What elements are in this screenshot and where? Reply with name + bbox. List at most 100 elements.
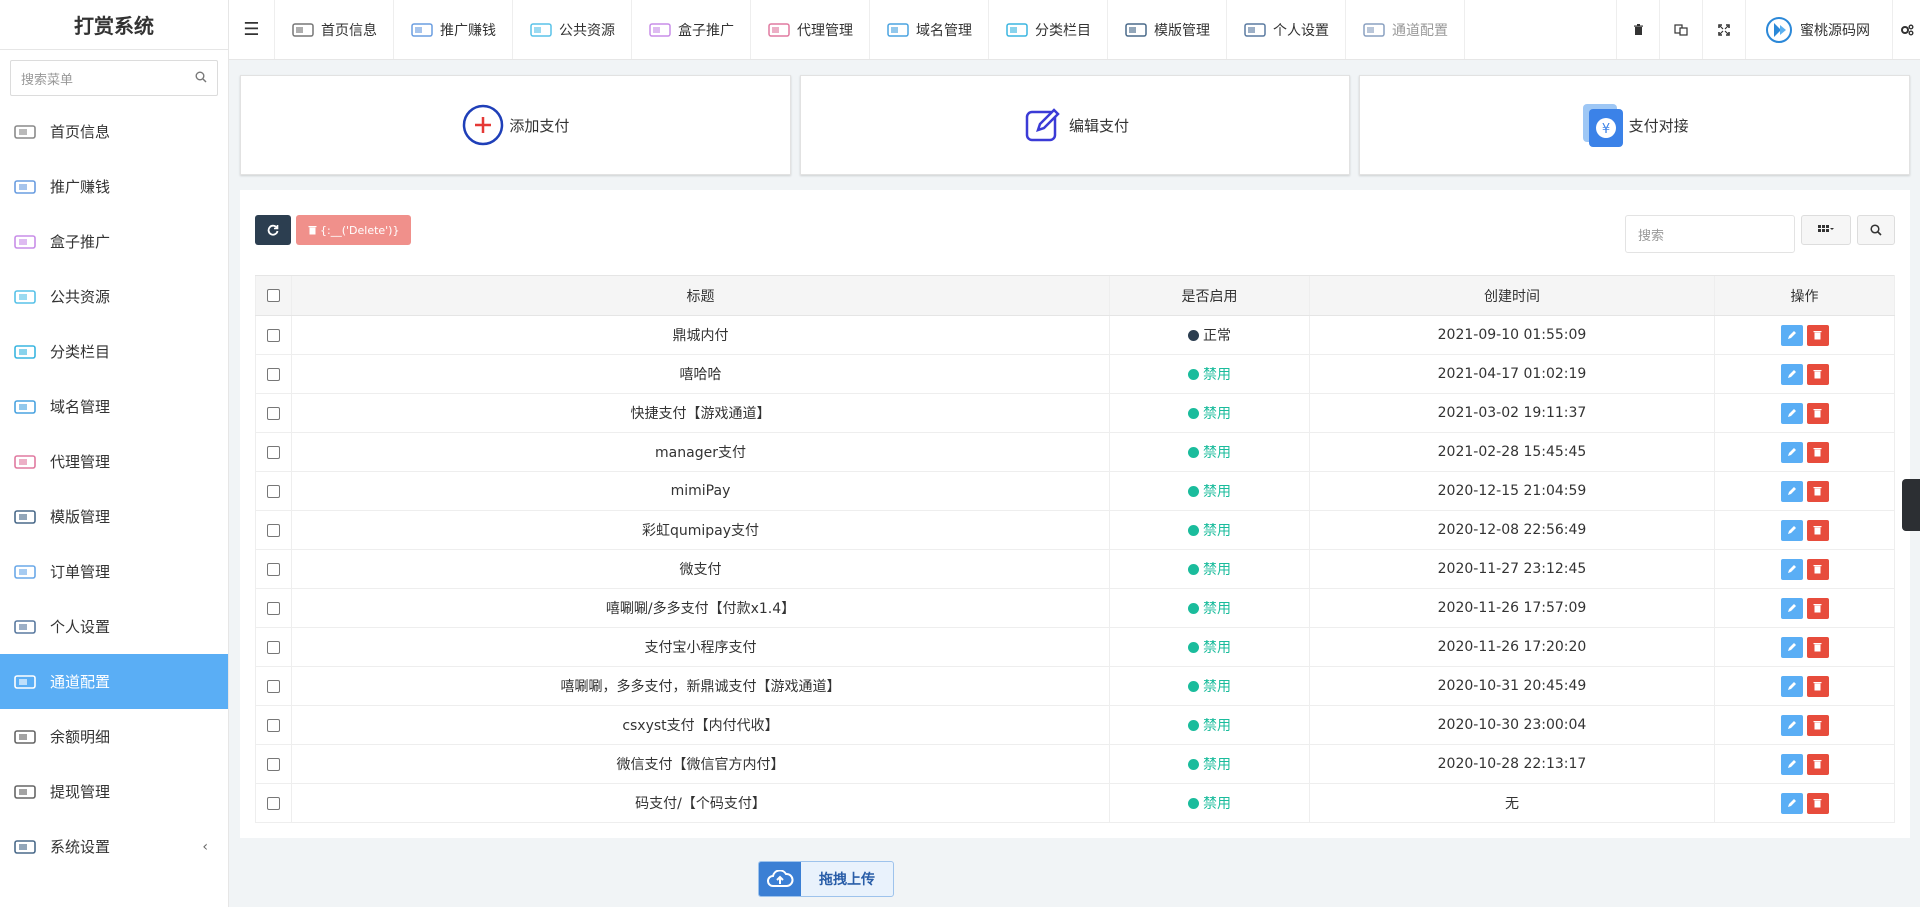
sidebar-item-1[interactable]: 推广赚钱 — [0, 159, 228, 214]
trash-icon — [1813, 799, 1822, 808]
refresh-button[interactable] — [255, 215, 291, 245]
top-tab-3[interactable]: 盒子推广 — [632, 0, 751, 59]
row-checkbox[interactable] — [255, 510, 292, 550]
edit-row-button[interactable] — [1780, 480, 1803, 502]
sidebar-item-0[interactable]: 首页信息 — [0, 104, 228, 159]
delete-row-button[interactable] — [1806, 480, 1829, 502]
row-status[interactable]: 禁用 — [1109, 354, 1310, 394]
delete-row-button[interactable] — [1806, 597, 1829, 619]
sidebar-item-10[interactable]: 通道配置 — [0, 654, 228, 709]
top-tab-7[interactable]: 模版管理 — [1108, 0, 1227, 59]
edit-row-button[interactable] — [1780, 363, 1803, 385]
sidebar-item-2[interactable]: 盒子推广 — [0, 214, 228, 269]
user-menu[interactable]: 蜜桃源码网 — [1745, 0, 1892, 59]
drag-upload-button[interactable]: 拖拽上传 — [758, 861, 894, 897]
row-status[interactable]: 禁用 — [1109, 588, 1310, 628]
fullscreen-icon[interactable] — [1702, 0, 1745, 59]
edit-row-button[interactable] — [1780, 636, 1803, 658]
top-tab-0[interactable]: 首页信息 — [275, 0, 394, 59]
row-checkbox[interactable] — [255, 471, 292, 511]
row-status[interactable]: 禁用 — [1109, 549, 1310, 589]
row-status[interactable]: 禁用 — [1109, 666, 1310, 706]
col-enabled[interactable]: 是否启用 — [1109, 275, 1310, 316]
edit-row-button[interactable] — [1780, 519, 1803, 541]
row-checkbox[interactable] — [255, 315, 292, 355]
delete-row-button[interactable] — [1806, 675, 1829, 697]
edit-row-button[interactable] — [1780, 558, 1803, 580]
add-payment-card[interactable]: 添加支付 — [240, 75, 791, 175]
edit-row-button[interactable] — [1780, 402, 1803, 424]
row-checkbox[interactable] — [255, 705, 292, 745]
delete-row-button[interactable] — [1806, 402, 1829, 424]
row-checkbox[interactable] — [255, 783, 292, 823]
delete-row-button[interactable] — [1806, 636, 1829, 658]
floating-side-tab[interactable] — [1902, 479, 1920, 531]
edit-row-button[interactable] — [1780, 441, 1803, 463]
edit-row-button[interactable] — [1780, 675, 1803, 697]
row-status[interactable]: 禁用 — [1109, 471, 1310, 511]
top-tab-6[interactable]: 分类栏目 — [989, 0, 1108, 59]
row-checkbox[interactable] — [255, 432, 292, 472]
language-icon[interactable] — [1659, 0, 1702, 59]
row-status[interactable]: 禁用 — [1109, 627, 1310, 667]
row-checkbox[interactable] — [255, 666, 292, 706]
row-status[interactable]: 禁用 — [1109, 783, 1310, 823]
top-tab-4[interactable]: 代理管理 — [751, 0, 870, 59]
sidebar-item-6[interactable]: 代理管理 — [0, 434, 228, 489]
edit-row-button[interactable] — [1780, 324, 1803, 346]
row-checkbox[interactable] — [255, 549, 292, 589]
row-status[interactable]: 禁用 — [1109, 510, 1310, 550]
row-status[interactable]: 禁用 — [1109, 744, 1310, 784]
sidebar-item-7[interactable]: 模版管理 — [0, 489, 228, 544]
top-tab-8[interactable]: 个人设置 — [1227, 0, 1346, 59]
sidebar-item-3[interactable]: 公共资源 — [0, 269, 228, 324]
sidebar-item-8[interactable]: 订单管理 — [0, 544, 228, 599]
menu-search-input[interactable]: 搜索菜单 — [10, 60, 218, 96]
delete-row-button[interactable] — [1806, 753, 1829, 775]
row-status[interactable]: 正常 — [1109, 315, 1310, 355]
sidebar-item-4[interactable]: 分类栏目 — [0, 324, 228, 379]
sidebar-item-13[interactable]: 系统设置 ‹ — [0, 819, 228, 874]
columns-toggle-button[interactable] — [1801, 215, 1851, 245]
edit-row-button[interactable] — [1780, 753, 1803, 775]
settings-icon[interactable] — [1892, 0, 1920, 59]
payment-connect-card[interactable]: ¥ 支付对接 — [1359, 75, 1911, 175]
edit-row-button[interactable] — [1780, 597, 1803, 619]
col-created[interactable]: 创建时间 — [1309, 275, 1715, 316]
top-tab-5[interactable]: 域名管理 — [870, 0, 989, 59]
row-checkbox[interactable] — [255, 627, 292, 667]
menu-toggle-icon[interactable]: ☰ — [229, 0, 275, 59]
delete-button[interactable]: {:__('Delete')} — [296, 215, 412, 245]
delete-row-button[interactable] — [1806, 558, 1829, 580]
delete-row-button[interactable] — [1806, 519, 1829, 541]
edit-row-button[interactable] — [1780, 792, 1803, 814]
delete-row-button[interactable] — [1806, 792, 1829, 814]
row-checkbox[interactable] — [255, 393, 292, 433]
domain-icon — [12, 397, 38, 417]
top-tab-2[interactable]: 公共资源 — [513, 0, 632, 59]
table-search-button[interactable] — [1857, 215, 1895, 245]
edit-payment-card[interactable]: 编辑支付 — [799, 75, 1351, 175]
delete-row-button[interactable] — [1806, 324, 1829, 346]
row-checkbox[interactable] — [255, 588, 292, 628]
row-checkbox[interactable] — [255, 744, 292, 784]
delete-row-button[interactable] — [1806, 441, 1829, 463]
row-status[interactable]: 禁用 — [1109, 705, 1310, 745]
sidebar-item-9[interactable]: 个人设置 — [0, 599, 228, 654]
row-status[interactable]: 禁用 — [1109, 393, 1310, 433]
select-all-checkbox[interactable] — [255, 275, 292, 316]
edit-row-button[interactable] — [1780, 714, 1803, 736]
sidebar-item-5[interactable]: 域名管理 — [0, 379, 228, 434]
top-tab-9[interactable]: 通道配置 — [1346, 0, 1465, 59]
trash-icon[interactable] — [1616, 0, 1659, 59]
sidebar-item-11[interactable]: 余额明细 — [0, 709, 228, 764]
top-tab-1[interactable]: 推广赚钱 — [394, 0, 513, 59]
col-title[interactable]: 标题 — [291, 275, 1110, 316]
delete-row-button[interactable] — [1806, 714, 1829, 736]
search-icon[interactable] — [195, 71, 207, 86]
row-status[interactable]: 禁用 — [1109, 432, 1310, 472]
delete-row-button[interactable] — [1806, 363, 1829, 385]
sidebar-item-12[interactable]: 提现管理 — [0, 764, 228, 819]
row-checkbox[interactable] — [255, 354, 292, 394]
table-search-input[interactable]: 搜索 — [1625, 215, 1795, 253]
